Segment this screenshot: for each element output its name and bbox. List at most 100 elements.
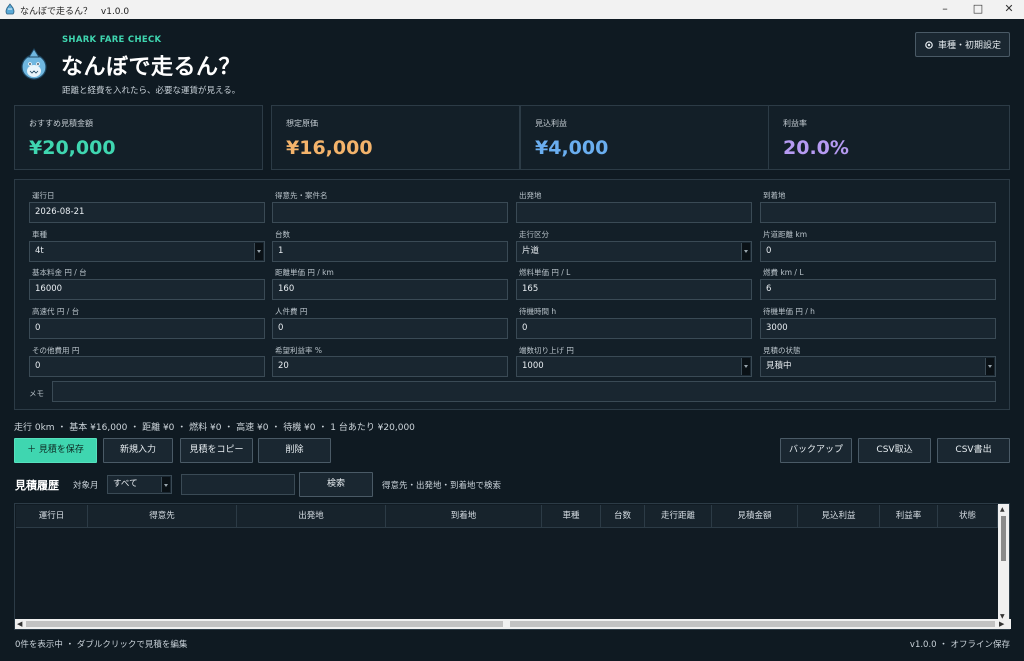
shark-icon bbox=[5, 3, 15, 15]
stat-card-cost: 想定原価 ¥16,000 bbox=[271, 105, 520, 170]
vehicle-select[interactable]: 4t bbox=[29, 241, 265, 262]
vehicle-settings-button[interactable]: 車種・初期設定 bbox=[915, 32, 1010, 57]
history-table[interactable]: 運行日 得意先 出発地 到着地 車種 台数 走行距離 見積金額 見込利益 利益率… bbox=[14, 503, 1011, 630]
chevron-down-icon[interactable] bbox=[741, 358, 750, 375]
chevron-down-icon[interactable] bbox=[161, 477, 170, 492]
gear-icon bbox=[925, 40, 933, 49]
fuel-price-label: 燃料単価 円 / L bbox=[519, 268, 571, 277]
shark-icon bbox=[21, 48, 47, 80]
column-header-margin[interactable]: 利益率 bbox=[880, 505, 938, 528]
stat-card-profit: 見込利益 ¥4,000 bbox=[520, 105, 769, 170]
column-header-destination[interactable]: 到着地 bbox=[386, 505, 542, 528]
column-header-distance[interactable]: 走行距離 bbox=[645, 505, 712, 528]
column-header-units[interactable]: 台数 bbox=[601, 505, 645, 528]
route-type-label: 走行区分 bbox=[519, 230, 549, 239]
stat-label: 利益率 bbox=[783, 119, 807, 128]
wait-hours-label: 待機時間 h bbox=[519, 307, 557, 316]
wait-hours-field[interactable]: 0 bbox=[516, 318, 752, 339]
other-cost-label: その他費用 円 bbox=[32, 346, 80, 355]
version-text: v1.0.0 ・ オフライン保存 bbox=[909, 640, 1010, 650]
column-header-status[interactable]: 状態 bbox=[938, 505, 998, 528]
labor-label: 人件費 円 bbox=[275, 307, 308, 316]
status-label: 見積の状態 bbox=[763, 346, 801, 355]
csv-import-button[interactable]: CSV取込 bbox=[858, 438, 931, 463]
search-button[interactable]: 検索 bbox=[299, 472, 373, 497]
month-filter-label: 対象月 bbox=[73, 481, 99, 491]
fuel-economy-field[interactable]: 6 bbox=[760, 279, 996, 300]
client-field[interactable] bbox=[272, 202, 508, 223]
column-header-client[interactable]: 得意先 bbox=[88, 505, 237, 528]
route-type-select[interactable]: 片道 bbox=[516, 241, 752, 262]
status-select-value: 見積中 bbox=[766, 361, 792, 371]
memo-label: メモ bbox=[29, 389, 44, 398]
copy-estimate-button[interactable]: 見積をコピー bbox=[180, 438, 253, 463]
tagline: 距離と経費を入れたら、必要な運賃が見える。 bbox=[62, 86, 241, 96]
scroll-up-icon[interactable]: ▲ bbox=[1000, 506, 1005, 513]
one-way-km-field[interactable]: 0 bbox=[760, 241, 996, 262]
page-title: なんぼで走るん？ bbox=[61, 55, 242, 80]
scroll-left-icon[interactable]: ◀ bbox=[17, 619, 22, 629]
close-button[interactable]: ✕ bbox=[992, 0, 1024, 19]
vertical-scrollbar[interactable]: ▲ ▼ bbox=[998, 504, 1009, 621]
settings-button-label: 車種・初期設定 bbox=[937, 41, 1001, 51]
toll-field[interactable]: 0 bbox=[29, 318, 265, 339]
destination-field[interactable] bbox=[760, 202, 996, 223]
rounding-select-value: 1000 bbox=[522, 361, 544, 371]
column-header-profit[interactable]: 見込利益 bbox=[798, 505, 880, 528]
stat-value-margin: 20.0% bbox=[783, 137, 849, 159]
maximize-button[interactable]: □ bbox=[961, 0, 995, 19]
memo-field[interactable] bbox=[52, 381, 996, 402]
save-estimate-button[interactable]: ＋ 見積を保存 bbox=[14, 438, 97, 463]
history-title: 見積履歴 bbox=[15, 479, 59, 492]
scrollbar-thumb[interactable] bbox=[26, 621, 503, 627]
column-header-estimate[interactable]: 見積金額 bbox=[712, 505, 798, 528]
column-header-vehicle[interactable]: 車種 bbox=[542, 505, 601, 528]
scrollbar-thumb[interactable] bbox=[1001, 516, 1006, 561]
wait-rate-field[interactable]: 3000 bbox=[760, 318, 996, 339]
vehicle-label: 車種 bbox=[32, 230, 47, 239]
other-cost-field[interactable]: 0 bbox=[29, 356, 265, 377]
base-fee-field[interactable]: 16000 bbox=[29, 279, 265, 300]
route-type-select-value: 片道 bbox=[522, 246, 540, 256]
destination-label: 到着地 bbox=[763, 191, 786, 200]
run-date-field[interactable]: 2026-08-21 bbox=[29, 202, 265, 223]
month-filter-value: すべて bbox=[113, 479, 138, 489]
profit-rate-label: 希望利益率 % bbox=[275, 346, 323, 355]
month-filter-select[interactable]: すべて bbox=[107, 475, 172, 494]
profit-rate-field[interactable]: 20 bbox=[272, 356, 508, 377]
delete-button[interactable]: 削除 bbox=[258, 438, 331, 463]
toll-label: 高速代 円 / 台 bbox=[32, 307, 80, 316]
stat-label: 見込利益 bbox=[535, 119, 567, 128]
estimate-form: 運行日 2026-08-21 得意先・案件名 出発地 到着地 車種 4t 台数 … bbox=[14, 179, 1010, 410]
base-fee-label: 基本料金 円 / 台 bbox=[32, 268, 87, 277]
backup-button[interactable]: バックアップ bbox=[780, 438, 852, 463]
chevron-down-icon[interactable] bbox=[985, 358, 994, 375]
fuel-economy-label: 燃費 km / L bbox=[763, 268, 804, 277]
status-select[interactable]: 見積中 bbox=[760, 356, 996, 377]
units-field[interactable]: 1 bbox=[272, 241, 508, 262]
origin-field[interactable] bbox=[516, 202, 752, 223]
new-entry-button[interactable]: 新規入力 bbox=[103, 438, 173, 463]
client-label: 得意先・案件名 bbox=[275, 191, 328, 200]
status-text: 0件を表示中 ・ ダブルクリックで見積を編集 bbox=[15, 640, 188, 650]
chevron-down-icon[interactable] bbox=[254, 243, 263, 260]
labor-field[interactable]: 0 bbox=[272, 318, 508, 339]
search-input[interactable] bbox=[181, 474, 295, 495]
rounding-select[interactable]: 1000 bbox=[516, 356, 752, 377]
distance-rate-field[interactable]: 160 bbox=[272, 279, 508, 300]
stat-label: 想定原価 bbox=[286, 119, 318, 128]
minimize-button[interactable]: – bbox=[928, 0, 962, 19]
stat-value-cost: ¥16,000 bbox=[286, 137, 373, 159]
one-way-km-label: 片道距離 km bbox=[763, 230, 808, 239]
rounding-label: 端数切り上げ 円 bbox=[519, 346, 574, 355]
horizontal-scrollbar[interactable]: ◀ ▶ bbox=[15, 619, 1011, 629]
scrollbar-track[interactable] bbox=[510, 621, 995, 627]
scroll-right-icon[interactable]: ▶ bbox=[999, 619, 1004, 629]
vehicle-select-value: 4t bbox=[35, 246, 44, 256]
column-header-origin[interactable]: 出発地 bbox=[237, 505, 386, 528]
stat-card-recommended: おすすめ見積金額 ¥20,000 bbox=[14, 105, 263, 170]
chevron-down-icon[interactable] bbox=[741, 243, 750, 260]
csv-export-button[interactable]: CSV書出 bbox=[937, 438, 1010, 463]
column-header-run-date[interactable]: 運行日 bbox=[16, 505, 88, 528]
fuel-price-field[interactable]: 165 bbox=[516, 279, 752, 300]
